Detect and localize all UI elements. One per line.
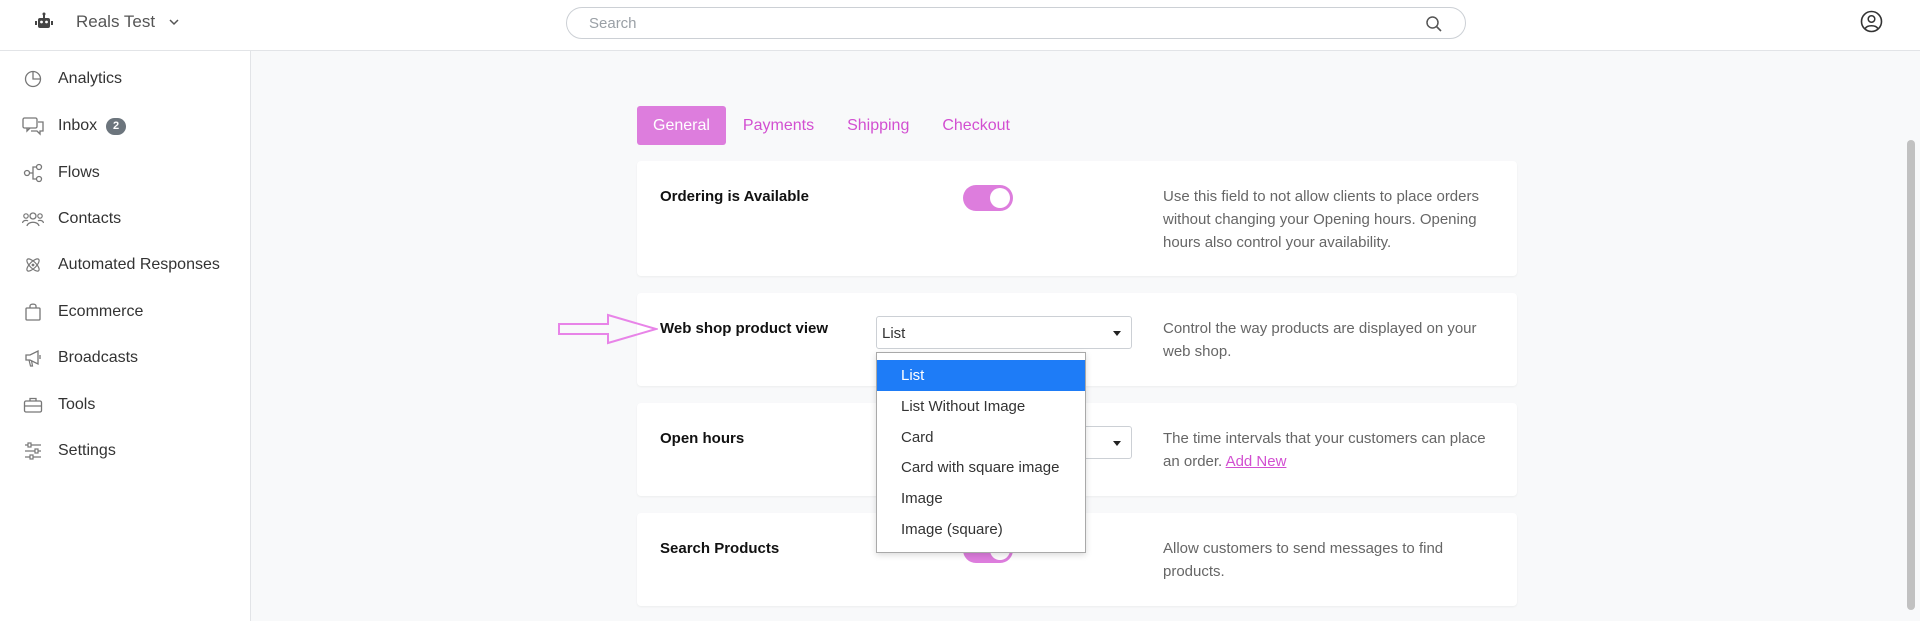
- contacts-icon: [22, 208, 44, 230]
- sidebar-item-label: Settings: [58, 442, 116, 459]
- tools-icon: [22, 394, 44, 416]
- product-view-label: Web shop product view: [660, 320, 829, 337]
- flows-icon: [22, 162, 44, 184]
- open-hours-label: Open hours: [660, 430, 745, 447]
- add-new-link[interactable]: Add New: [1226, 453, 1287, 470]
- tab-payments[interactable]: Payments: [727, 106, 830, 145]
- sidebar-item-inbox[interactable]: Inbox 2: [0, 106, 251, 146]
- product-view-options-list: List List Without Image Card Card with s…: [876, 352, 1086, 553]
- ordering-available-description: Use this field to not allow clients to p…: [1163, 188, 1479, 251]
- sidebar-item-broadcasts[interactable]: Broadcasts: [0, 338, 251, 378]
- workspace-name: Reals Test: [76, 12, 156, 31]
- unread-count-badge: 2: [106, 117, 126, 135]
- inbox-icon: [22, 115, 44, 137]
- sidebar-item-label: Inbox: [58, 117, 98, 134]
- ordering-available-toggle[interactable]: [963, 185, 1013, 211]
- tab-general[interactable]: General: [637, 106, 726, 145]
- open-hours-description: The time intervals that your customers c…: [1163, 427, 1503, 473]
- broadcasts-icon: [22, 347, 44, 369]
- option-image[interactable]: Image: [877, 483, 1085, 514]
- chevron-down-icon: [167, 14, 183, 30]
- sidebar-item-label: Broadcasts: [58, 349, 139, 366]
- option-card[interactable]: Card: [877, 422, 1085, 453]
- sidebar-item-label: Automated Responses: [58, 256, 220, 273]
- search-bar: [566, 7, 1466, 39]
- sidebar-item-contacts[interactable]: Contacts: [0, 199, 251, 239]
- product-view-select[interactable]: List: [876, 316, 1132, 349]
- search-products-description: Allow customers to send messages to find…: [1163, 540, 1444, 580]
- pointer-arrow-icon: [558, 313, 658, 345]
- search-input[interactable]: [589, 15, 1409, 32]
- tab-checkout[interactable]: Checkout: [926, 106, 1026, 145]
- product-view-selected-value: List: [882, 325, 906, 342]
- analytics-icon: [22, 68, 44, 90]
- sidebar-item-ecommerce[interactable]: Ecommerce: [0, 292, 251, 332]
- open-hours-description-text: The time intervals that your customers c…: [1163, 430, 1486, 470]
- sidebar-item-settings[interactable]: Settings: [0, 431, 251, 471]
- sidebar-item-tools[interactable]: Tools: [0, 385, 251, 425]
- search-icon[interactable]: [1425, 15, 1443, 33]
- ordering-available-card: Ordering is Available Use this field to …: [637, 161, 1517, 276]
- top-bar: Reals Test: [0, 0, 1920, 51]
- settings-icon: [22, 440, 44, 462]
- product-view-description: Control the way products are displayed o…: [1163, 320, 1477, 360]
- automated-responses-icon: [22, 254, 44, 276]
- account-icon[interactable]: [1860, 10, 1883, 33]
- caret-down-icon: [1113, 331, 1121, 336]
- option-list-without-image[interactable]: List Without Image: [877, 391, 1085, 422]
- option-image-square[interactable]: Image (square): [877, 514, 1085, 545]
- scrollbar-thumb[interactable]: [1907, 140, 1915, 610]
- sidebar-item-analytics[interactable]: Analytics: [0, 59, 251, 99]
- sidebar-item-automated-responses[interactable]: Automated Responses: [0, 245, 251, 285]
- workspace-switcher[interactable]: Reals Test: [32, 10, 183, 34]
- robot-icon: [32, 10, 56, 34]
- sidebar-item-label: Ecommerce: [58, 303, 144, 320]
- sidebar-item-flows[interactable]: Flows: [0, 153, 251, 193]
- tab-shipping[interactable]: Shipping: [831, 106, 925, 145]
- caret-down-icon: [1113, 441, 1121, 446]
- ordering-available-label: Ordering is Available: [660, 188, 809, 205]
- option-card-square-image[interactable]: Card with square image: [877, 452, 1085, 483]
- sidebar-item-label: Analytics: [58, 70, 123, 87]
- sidebar-item-label: Contacts: [58, 210, 122, 227]
- option-list[interactable]: List: [877, 360, 1085, 391]
- ecommerce-icon: [22, 301, 44, 323]
- sidebar-item-label: Tools: [58, 396, 96, 413]
- sidebar-item-label: Flows: [58, 164, 100, 181]
- sidebar: Analytics Inbox 2 Flows Contacts Automat…: [0, 51, 251, 621]
- search-products-label: Search Products: [660, 540, 780, 557]
- settings-tabs: General Payments Shipping Checkout: [637, 106, 1027, 145]
- toggle-knob: [990, 188, 1010, 208]
